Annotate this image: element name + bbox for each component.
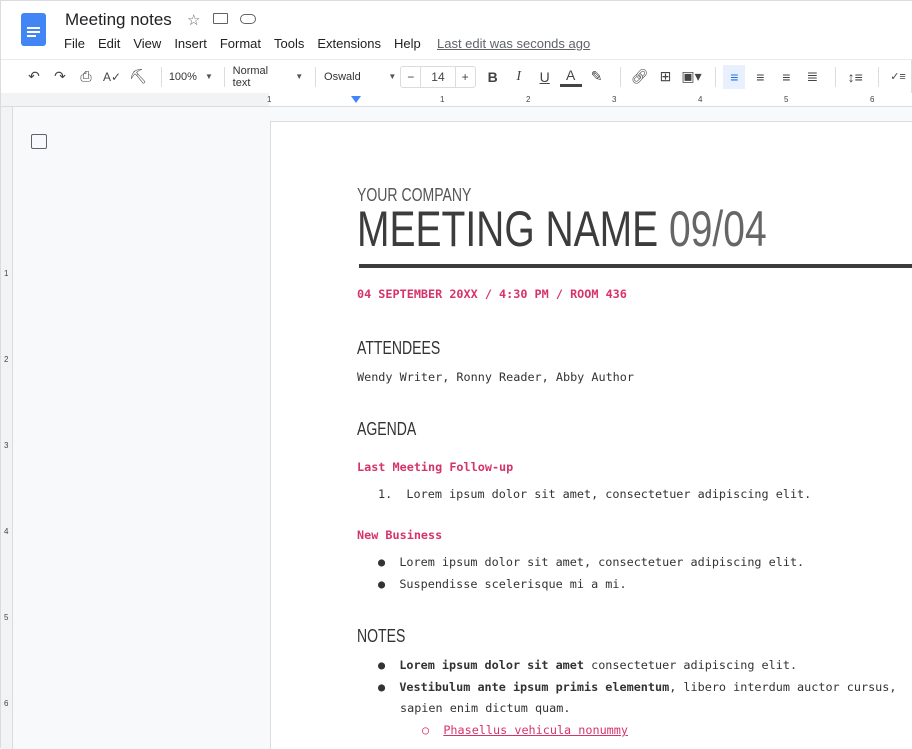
redo-icon[interactable]: ↷: [49, 65, 71, 89]
decrease-font-size-button[interactable]: −: [401, 70, 420, 84]
sub-list-item: ○ Phasellus vehicula nonummy: [422, 723, 628, 737]
ruler-number: 3: [612, 95, 617, 104]
menu-edit[interactable]: Edit: [98, 36, 120, 51]
attendees-heading: ATTENDEES: [357, 338, 441, 358]
spellcheck-icon[interactable]: A✓: [101, 65, 123, 89]
ruler-number: 6: [4, 699, 9, 708]
list-item-text: consectetuer adipiscing elit.: [583, 658, 798, 672]
caret-down-icon: ▼: [295, 72, 304, 81]
menu-bar: File Edit View Insert Format Tools Exten…: [64, 36, 434, 51]
comment-icon[interactable]: ⊞: [655, 65, 677, 89]
ruler-number: 1: [267, 95, 272, 104]
star-icon[interactable]: ☆: [187, 11, 200, 29]
list-item: ● Lorem ipsum dolor sit amet, consectetu…: [378, 555, 805, 569]
bold-icon[interactable]: B: [482, 65, 504, 89]
menu-help[interactable]: Help: [394, 36, 421, 51]
align-center-icon[interactable]: ≡: [749, 65, 771, 89]
ruler-number: 2: [4, 355, 9, 364]
document-outline-icon[interactable]: [31, 134, 47, 149]
ruler-number: 1: [440, 95, 445, 104]
justify-icon[interactable]: ≣: [801, 65, 823, 89]
cloud-status-icon[interactable]: [240, 14, 256, 24]
list-item: ● Vestibulum ante ipsum primis elementum…: [378, 680, 897, 694]
style-value: Normal text: [232, 64, 269, 89]
new-business-heading: New Business: [357, 528, 443, 542]
move-folder-icon[interactable]: [213, 13, 228, 24]
caret-down-icon: ▼: [204, 72, 213, 81]
list-item-text: , libero interdum auctor cursus,: [669, 680, 897, 694]
caret-down-icon: ▼: [388, 72, 397, 81]
docs-logo-icon[interactable]: [21, 13, 46, 46]
list-item: 1. Lorem ipsum dolor sit amet, consectet…: [378, 487, 812, 501]
notes-heading: NOTES: [357, 626, 406, 646]
divider: [161, 66, 162, 87]
ruler-number: 5: [784, 95, 789, 104]
text-color-icon[interactable]: A: [559, 67, 582, 87]
list-item-text: Lorem ipsum dolor sit amet, consectetuer…: [406, 487, 812, 501]
ruler-number: 4: [4, 527, 9, 536]
print-icon[interactable]: ⎙: [75, 65, 97, 89]
meeting-name: MEETING NAME: [357, 201, 659, 257]
meeting-date: 09/04: [669, 201, 767, 257]
agenda-heading: AGENDA: [357, 419, 417, 439]
undo-icon[interactable]: ↶: [23, 65, 45, 89]
divider: [223, 66, 225, 87]
menu-insert[interactable]: Insert: [174, 36, 207, 51]
link-icon[interactable]: 🔗︎: [629, 65, 651, 89]
menu-extensions[interactable]: Extensions: [317, 36, 381, 51]
ruler-number: 1: [4, 269, 9, 278]
paint-format-icon[interactable]: ⛏: [127, 65, 149, 89]
italic-icon[interactable]: I: [508, 65, 530, 89]
font-value: Oswald: [324, 70, 361, 83]
meeting-details: 04 SEPTEMBER 20XX / 4:30 PM / ROOM 436: [357, 287, 627, 301]
menu-format[interactable]: Format: [220, 36, 261, 51]
title-divider: [359, 264, 912, 268]
menu-view[interactable]: View: [133, 36, 161, 51]
style-select[interactable]: Normal text ▼: [233, 65, 304, 89]
divider: [619, 66, 621, 87]
horizontal-ruler[interactable]: 1 1 2 3 4 5 6: [1, 93, 912, 107]
document-title[interactable]: Meeting notes: [65, 10, 172, 30]
followup-heading: Last Meeting Follow-up: [357, 460, 514, 474]
list-item: ● Lorem ipsum dolor sit amet consectetue…: [378, 658, 798, 672]
menu-tools[interactable]: Tools: [274, 36, 304, 51]
underline-icon[interactable]: U: [534, 65, 556, 89]
font-select[interactable]: Oswald ▼: [324, 65, 396, 89]
meeting-title: MEETING NAME 09/04: [357, 201, 882, 257]
ruler-number: 5: [4, 613, 9, 622]
divider: [714, 66, 716, 87]
ruler-number: 4: [698, 95, 703, 104]
align-right-icon[interactable]: ≡: [775, 65, 797, 89]
divider: [835, 66, 837, 87]
image-icon[interactable]: ▣▾: [681, 65, 703, 89]
ruler-number: 3: [4, 441, 9, 450]
phasellus-link[interactable]: Phasellus vehicula nonummy: [443, 723, 628, 737]
increase-font-size-button[interactable]: +: [456, 70, 475, 84]
bold-text: Vestibulum ante ipsum primis elementum: [399, 680, 670, 694]
list-item-continuation: sapien enim dictum quam.: [400, 701, 571, 715]
zoom-value: 100%: [168, 70, 197, 83]
font-size-stepper: − 14 +: [400, 65, 476, 88]
list-item-text: Suspendisse scelerisque mi a mi.: [399, 577, 627, 591]
ruler-number: 6: [870, 95, 875, 104]
divider: [315, 66, 317, 87]
bold-text: Lorem ipsum dolor sit amet: [399, 658, 584, 672]
divider: [878, 66, 880, 87]
zoom-select[interactable]: 100% ▼: [168, 65, 213, 89]
menu-file[interactable]: File: [64, 36, 85, 51]
align-left-icon[interactable]: ≡: [723, 64, 746, 89]
toolbar: ↶ ↷ ⎙ A✓ ⛏ 100% ▼ Normal text ▼ Oswald ▼ − …: [1, 59, 912, 93]
attendees-list: Wendy Writer, Ronny Reader, Abby Author: [357, 370, 634, 384]
list-item-text: Lorem ipsum dolor sit amet, consectetuer…: [399, 555, 805, 569]
list-item: ● Suspendisse scelerisque mi a mi.: [378, 577, 627, 591]
ruler-number: 2: [526, 95, 531, 104]
font-size-input[interactable]: 14: [420, 66, 456, 87]
indent-marker-icon[interactable]: [351, 96, 361, 103]
highlight-icon[interactable]: ✎: [586, 65, 608, 89]
last-edit-link[interactable]: Last edit was seconds ago: [437, 36, 590, 51]
checklist-icon[interactable]: ✓≡: [887, 65, 909, 89]
line-spacing-icon[interactable]: ↕≡: [844, 65, 866, 89]
vertical-ruler[interactable]: 1 2 3 4 5 6: [1, 107, 13, 749]
